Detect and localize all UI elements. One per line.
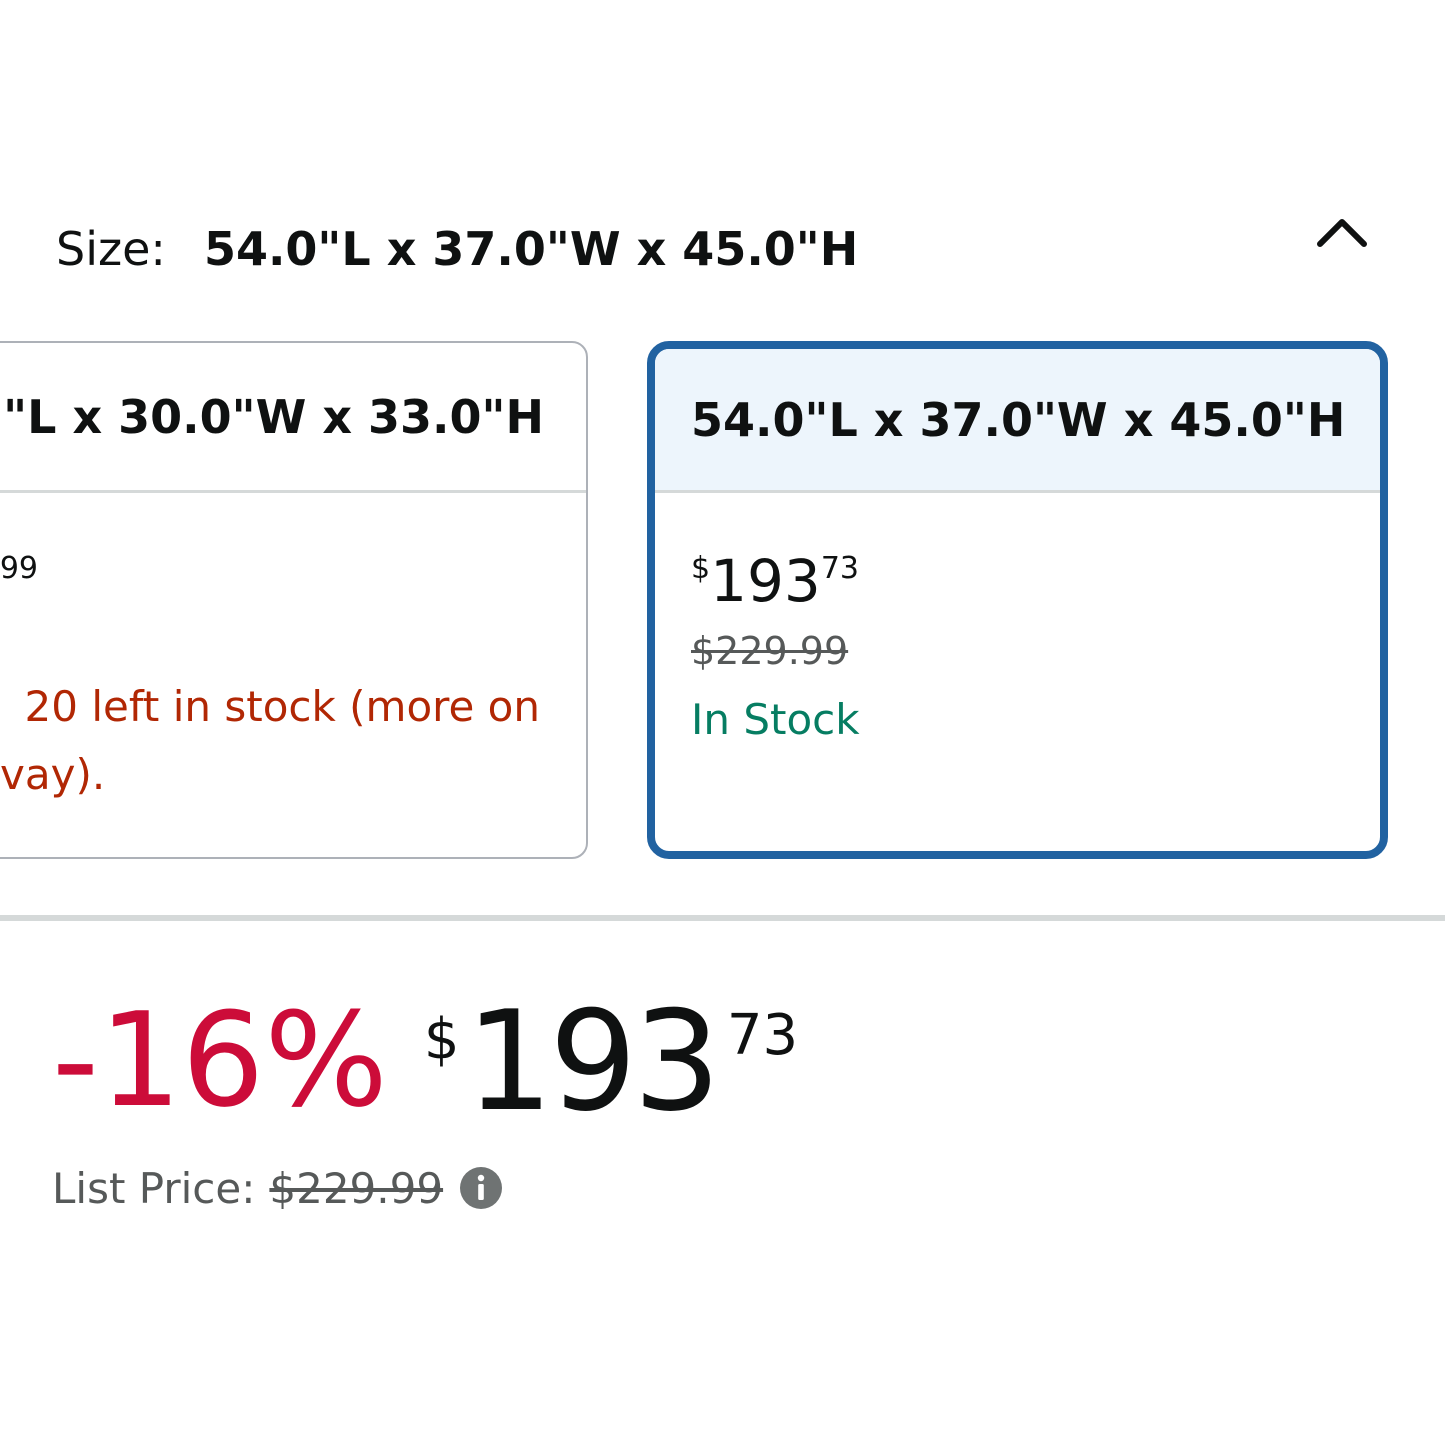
price-currency-symbol: $: [423, 1007, 460, 1072]
price-whole: 193: [710, 547, 821, 615]
collapse-size-button[interactable]: [1306, 200, 1378, 264]
size-option-card-selected[interactable]: 54.0"L x 37.0"W x 45.0"H $ 193 73 $229.9…: [647, 341, 1388, 859]
price-whole: 193: [465, 981, 721, 1142]
price-currency-symbol: $: [691, 551, 711, 586]
list-price-row: List Price: $229.99: [52, 1160, 503, 1216]
size-selector-header: Size: 54.0"L x 37.0"W x 45.0"H: [56, 214, 858, 284]
stock-status: In Stock: [691, 695, 860, 744]
size-option-card[interactable]: "L x 30.0"W x 33.0"H 99 20 left in stock…: [0, 341, 588, 859]
info-icon[interactable]: [459, 1166, 503, 1210]
price-fraction: 73: [726, 1003, 799, 1068]
size-option-price: $ 193 73: [691, 549, 859, 613]
chevron-up-icon: [1317, 219, 1367, 247]
size-option-price-fragment: 99: [0, 551, 38, 586]
size-option-list-price: $229.99: [691, 629, 849, 673]
low-stock-message: 20 left in stock (more on vay).: [0, 673, 540, 809]
list-price-value: $229.99: [269, 1163, 444, 1213]
price-fraction: 73: [820, 551, 859, 586]
size-option-title: "L x 30.0"W x 33.0"H: [0, 343, 586, 493]
size-option-title: 54.0"L x 37.0"W x 45.0"H: [655, 349, 1380, 493]
size-label: Size:: [56, 222, 166, 276]
selected-size-value: 54.0"L x 37.0"W x 45.0"H: [203, 222, 859, 276]
low-stock-line-1: 20 left in stock (more on: [24, 682, 540, 731]
main-price: -16% $ 193 73: [52, 981, 799, 1142]
low-stock-line-2: vay).: [0, 750, 106, 799]
list-price-label: List Price:: [52, 1163, 256, 1213]
section-divider: [0, 915, 1445, 921]
discount-percentage: -16%: [52, 984, 388, 1136]
product-price-panel: Size: 54.0"L x 37.0"W x 45.0"H "L x 30.0…: [0, 0, 1445, 1445]
